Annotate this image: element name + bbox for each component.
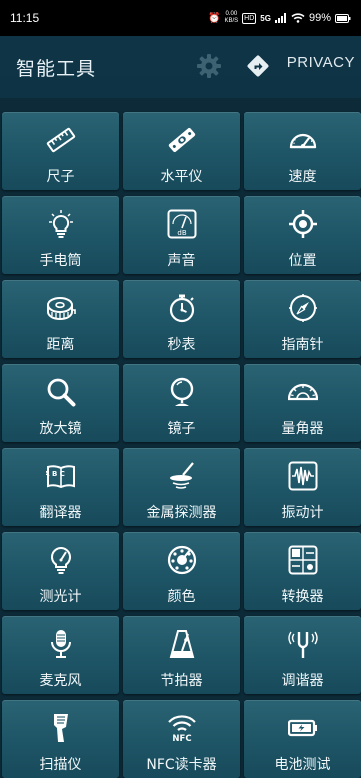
app-header: 智能工具 PRIVACY (0, 36, 361, 98)
tool-label: 水平仪 (160, 169, 203, 185)
unit-converter-icon (288, 545, 318, 575)
tool-label: 放大镜 (39, 421, 82, 437)
tool-tile-location[interactable]: 位置 (244, 196, 361, 274)
nfc-icon-text: NFC (172, 734, 191, 743)
tool-tile-light-meter[interactable]: 测光计 (2, 532, 119, 610)
metal-detector-icon (167, 461, 197, 491)
tool-tile-metronome[interactable]: 节拍器 (123, 616, 240, 694)
tool-label: 翻译器 (39, 505, 82, 521)
tool-label: 转换器 (281, 589, 324, 605)
microphone-icon (46, 629, 76, 659)
tool-tile-microphone[interactable]: 麦克风 (2, 616, 119, 694)
hd-badge: HD (242, 12, 257, 24)
tool-label: 声音 (167, 253, 196, 269)
signal-bars-icon (274, 13, 287, 23)
status-time: 11:15 (10, 11, 40, 25)
tool-tile-translator[interactable]: A B C 翻译器 (2, 448, 119, 526)
stopwatch-icon (167, 293, 197, 323)
share-direction-icon[interactable] (246, 54, 270, 78)
compass-icon (288, 293, 318, 323)
status-bar: 11:15 ⏰ 0.00 KB/S HD 5G 99% (0, 0, 361, 36)
tool-label: 秒表 (167, 337, 196, 353)
tuning-fork-icon (288, 629, 318, 659)
battery-level: 99% (308, 12, 331, 24)
privacy-link[interactable]: PRIVACY (287, 54, 355, 71)
tool-tile-scanner[interactable]: 扫描仪 (2, 700, 119, 778)
tool-tile-speed[interactable]: 速度 (244, 112, 361, 190)
tool-label: 指南针 (281, 337, 324, 353)
app-title: 智能工具 (16, 57, 97, 80)
tool-label: NFC读卡器 (146, 757, 217, 773)
tool-label: 调谐器 (281, 673, 324, 689)
protractor-icon (288, 377, 318, 407)
tool-label: 扫描仪 (39, 757, 82, 773)
alarm-icon: ⏰ (208, 12, 221, 24)
network-speed-value: 0.00 (225, 11, 238, 17)
tool-tile-mirror[interactable]: 镜子 (123, 364, 240, 442)
spirit-level-icon (167, 125, 197, 155)
tool-tile-stopwatch[interactable]: 秒表 (123, 280, 240, 358)
tool-label: 尺子 (46, 169, 75, 185)
tool-tile-sound[interactable]: dB 声音 (123, 196, 240, 274)
battery-status-icon (335, 13, 351, 23)
tool-label: 颜色 (167, 589, 196, 605)
speedometer-icon (288, 125, 318, 155)
sound-icon-text: dB (177, 229, 186, 237)
ruler-icon (46, 125, 76, 155)
tool-tile-magnifier[interactable]: 放大镜 (2, 364, 119, 442)
tool-tile-vibration[interactable]: 振动计 (244, 448, 361, 526)
metronome-icon (167, 629, 197, 659)
tool-tile-color[interactable]: 颜色 (123, 532, 240, 610)
tool-label: 测光计 (39, 589, 82, 605)
network-speed: 0.00 KB/S (224, 11, 238, 25)
light-meter-icon (46, 545, 76, 575)
tool-label: 节拍器 (160, 673, 203, 689)
tool-tile-converter[interactable]: 转换器 (244, 532, 361, 610)
translator-icon-text: A B C (46, 470, 65, 478)
magnifier-icon (46, 377, 76, 407)
location-target-icon (288, 209, 318, 239)
barcode-scanner-icon (46, 713, 76, 743)
mirror-icon (167, 377, 197, 407)
tool-tile-nfc[interactable]: NFC NFC读卡器 (123, 700, 240, 778)
tool-label: 振动计 (281, 505, 324, 521)
lightbulb-icon (46, 209, 76, 239)
tool-tile-distance[interactable]: 距离 (2, 280, 119, 358)
tool-tile-spirit-level[interactable]: 水平仪 (123, 112, 240, 190)
tool-tile-compass[interactable]: 指南针 (244, 280, 361, 358)
nfc-icon: NFC (167, 713, 197, 743)
tool-label: 手电筒 (39, 253, 82, 269)
wifi-icon (291, 13, 305, 23)
tool-tile-battery[interactable]: 电池测试 (244, 700, 361, 778)
tool-tile-metal-detector[interactable]: 金属探测器 (123, 448, 240, 526)
status-icons: ⏰ 0.00 KB/S HD 5G 99% (208, 11, 351, 25)
battery-icon (288, 713, 318, 743)
tool-label: 距离 (46, 337, 75, 353)
color-picker-icon (167, 545, 197, 575)
tool-tile-flashlight[interactable]: 手电筒 (2, 196, 119, 274)
signal-label: 5G (260, 13, 271, 23)
vibration-meter-icon (288, 461, 318, 491)
tool-label: 金属探测器 (146, 505, 217, 521)
tool-tile-ruler[interactable]: 尺子 (2, 112, 119, 190)
tool-label: 位置 (288, 253, 317, 269)
tool-label: 镜子 (167, 421, 196, 437)
settings-gear-icon[interactable] (196, 53, 222, 79)
tool-label: 量角器 (281, 421, 324, 437)
sound-meter-icon: dB (167, 209, 197, 239)
tool-label: 电池测试 (274, 757, 331, 773)
tool-label: 速度 (288, 169, 317, 185)
tape-measure-icon (46, 293, 76, 323)
network-speed-unit: KB/S (224, 18, 239, 24)
tool-tile-tuner[interactable]: 调谐器 (244, 616, 361, 694)
tool-label: 麦克风 (39, 673, 82, 689)
tool-tile-protractor[interactable]: 量角器 (244, 364, 361, 442)
translator-icon: A B C (46, 461, 76, 491)
